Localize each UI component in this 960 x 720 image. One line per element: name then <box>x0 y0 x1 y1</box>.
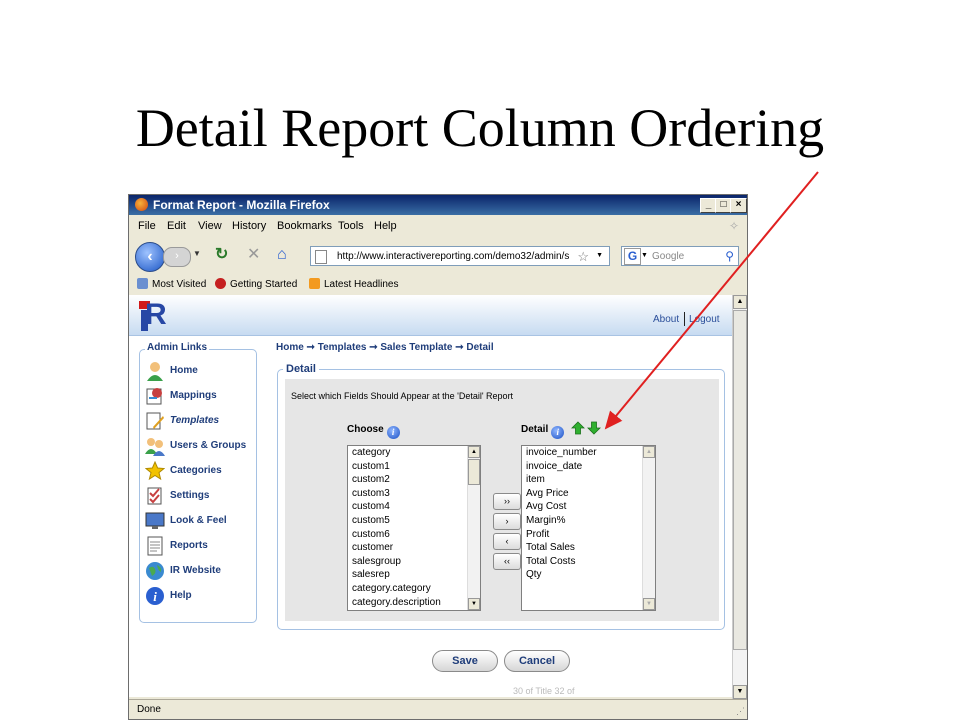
pointer-arrow <box>604 171 819 430</box>
